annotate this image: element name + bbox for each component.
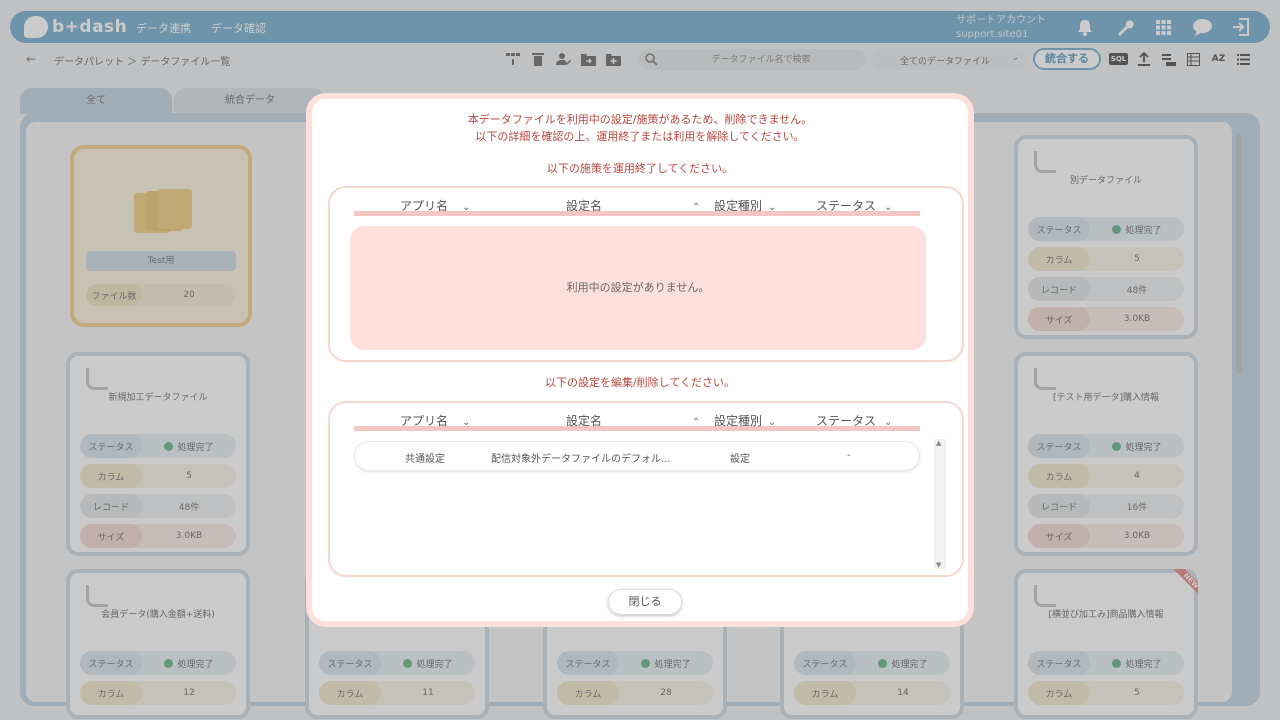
chevron-up-icon: ⌃ — [692, 202, 701, 213]
th-status[interactable]: ステータス ⌄ — [816, 412, 892, 429]
cell-status: - — [847, 450, 851, 461]
chevron-up-icon: ⌃ — [692, 417, 701, 428]
chevron-down-icon: ⌄ — [884, 417, 893, 428]
close-button[interactable]: 閉じる — [608, 589, 682, 615]
scroll-up-icon[interactable]: ▲ — [936, 439, 941, 447]
modal-message-line2: 以下の詳細を確認の上、運用終了または利用を解除してください。 — [475, 130, 805, 143]
chevron-down-icon: ⌄ — [768, 202, 777, 213]
table-header: アプリ名 ⌄ 設定名 ⌃ 設定種別 ⌄ ステータス ⌄ — [354, 409, 920, 431]
th-status[interactable]: ステータス ⌄ — [816, 197, 892, 214]
campaigns-section-title: 以下の施策を運用終了してください。 — [546, 162, 734, 175]
chevron-down-icon: ⌄ — [768, 417, 777, 428]
chevron-down-icon: ⌄ — [884, 202, 893, 213]
settings-section-title: 以下の設定を編集/削除してください。 — [544, 376, 736, 389]
chevron-down-icon: ⌄ — [462, 202, 471, 213]
cell-setting-type: 設定 — [730, 454, 750, 465]
delete-blocked-modal: 本データファイルを利用中の設定/施策があるため、削除できません。 以下の詳細を確… — [306, 93, 974, 627]
table-header: アプリ名 ⌄ 設定名 ⌃ 設定種別 ⌄ ステータス ⌄ — [354, 194, 920, 216]
modal-message: 本データファイルを利用中の設定/施策があるため、削除できません。 以下の詳細を確… — [312, 111, 968, 145]
th-setting-name[interactable]: 設定名 ⌃ — [566, 412, 700, 429]
settings-table: アプリ名 ⌄ 設定名 ⌃ 設定種別 ⌄ ステータス ⌄ 共通設定 配信対象外データファイ… — [328, 401, 964, 577]
modal-message-line1: 本データファイルを利用中の設定/施策があるため、削除できません。 — [467, 113, 813, 126]
cell-app-name: 共通設定 — [405, 454, 445, 465]
th-app-name[interactable]: アプリ名 ⌄ — [400, 412, 470, 429]
cell-setting-name: 配信対象外データファイルのデフォル... — [491, 454, 671, 465]
th-setting-type[interactable]: 設定種別 ⌄ — [714, 197, 776, 214]
table-scrollbar[interactable]: ▲ ▼ — [934, 439, 946, 569]
empty-message: 利用中の設定がありません。 — [350, 226, 926, 350]
chevron-down-icon: ⌄ — [462, 417, 471, 428]
scroll-down-icon[interactable]: ▼ — [936, 561, 941, 569]
th-setting-name[interactable]: 設定名 ⌃ — [566, 197, 700, 214]
th-setting-type[interactable]: 設定種別 ⌄ — [714, 412, 776, 429]
campaigns-table: アプリ名 ⌄ 設定名 ⌃ 設定種別 ⌄ ステータス ⌄ 利用中の設定がありません。 — [328, 186, 964, 362]
th-app-name[interactable]: アプリ名 ⌄ — [400, 197, 470, 214]
table-row[interactable]: 共通設定 配信対象外データファイルのデフォル... 設定 - — [354, 441, 920, 471]
